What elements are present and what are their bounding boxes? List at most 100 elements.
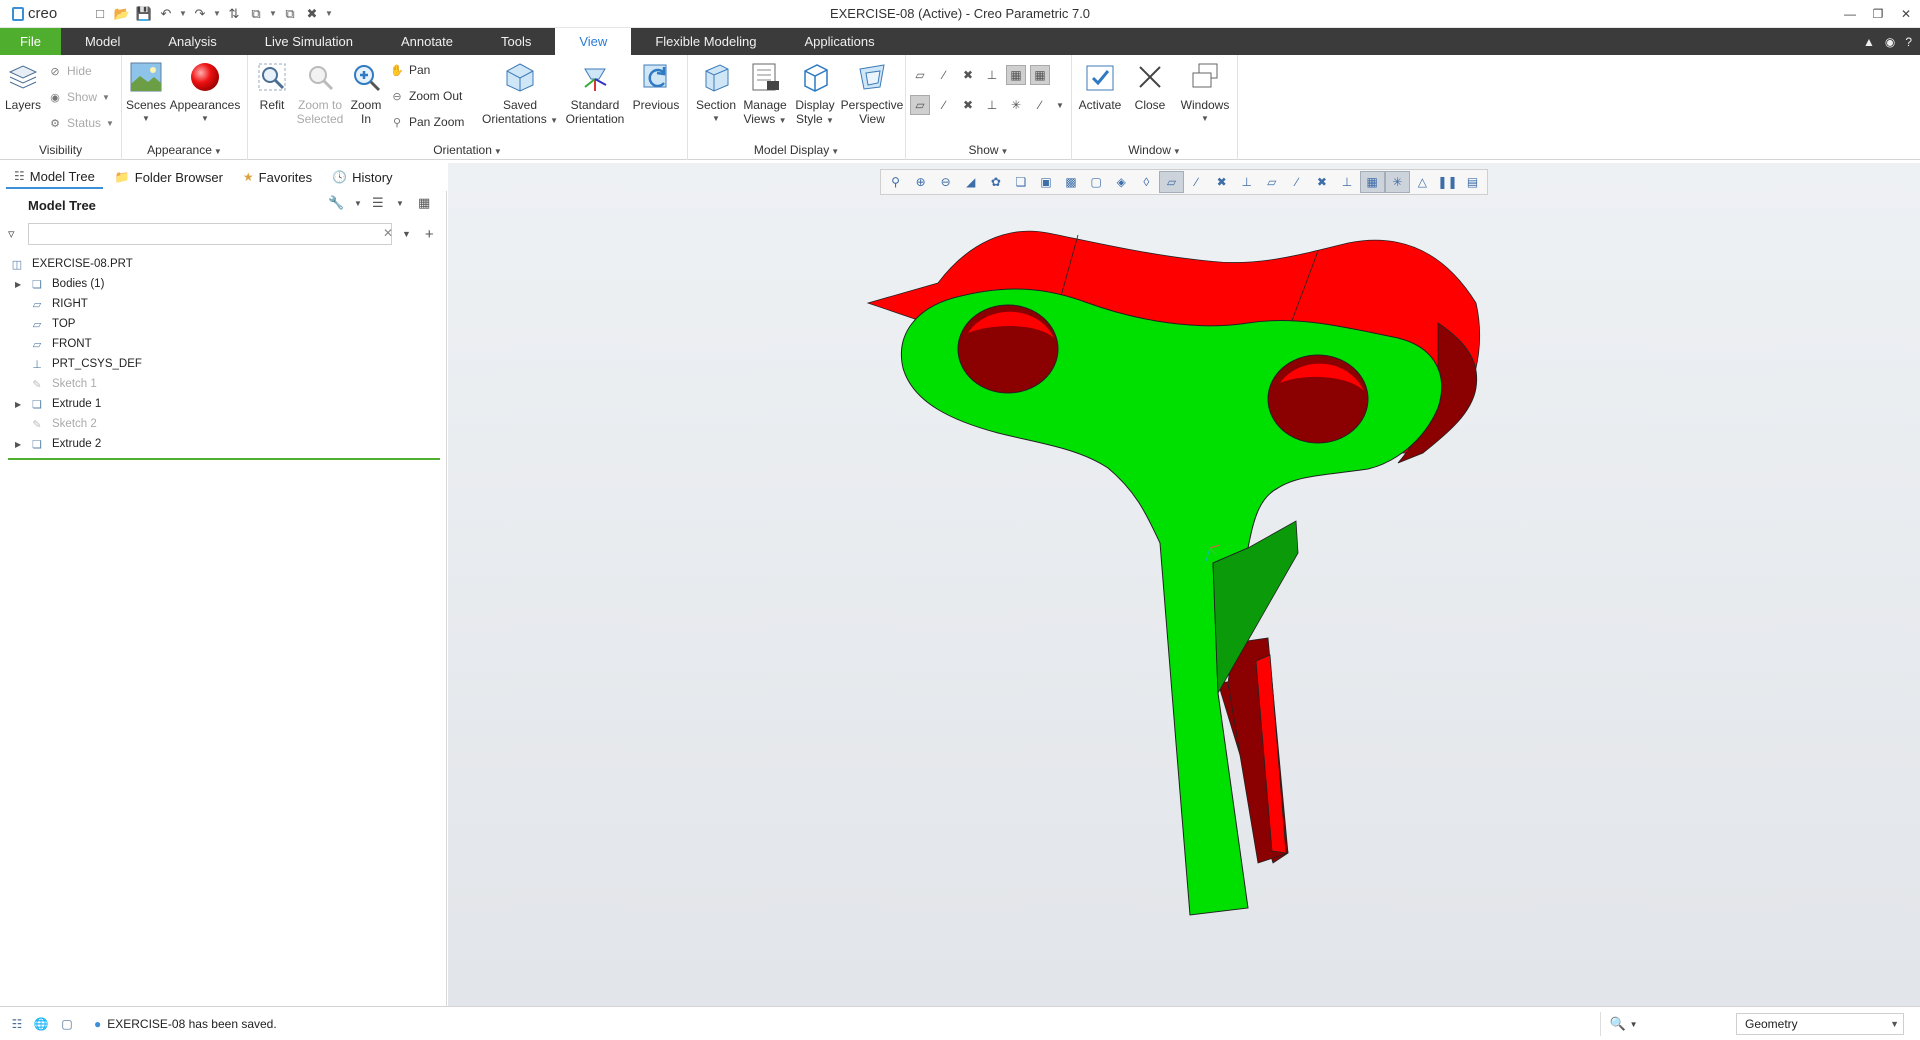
status-button[interactable]: ⚙ Status ▼ (48, 113, 114, 133)
expand-arrow-icon[interactable]: ▶ (15, 400, 21, 409)
tab-model-tree[interactable]: ☷ Model Tree (6, 166, 103, 189)
add-filter-icon[interactable]: + (425, 226, 434, 243)
windows-dropdown-icon[interactable]: ▼ (268, 9, 278, 18)
previous-button[interactable]: Previous (630, 60, 682, 112)
csys-display-icon[interactable]: ⊥ (982, 65, 1002, 85)
tree-row[interactable]: ⊥ PRT_CSYS_DEF (0, 354, 447, 374)
appearance-group-label[interactable]: Appearance ▼ (122, 143, 247, 157)
tree-row[interactable]: ◫ EXERCISE-08.PRT (0, 254, 447, 274)
tree-settings-icon[interactable]: 🔧 (328, 195, 344, 211)
show-more-dropdown-icon[interactable]: ▼ (1050, 95, 1070, 115)
csys-tag-icon[interactable]: ⊥ (982, 95, 1002, 115)
tree-columns-icon[interactable]: ☰ (372, 195, 384, 211)
pan-button[interactable]: ✋ Pan (390, 60, 430, 80)
open-folder-icon[interactable]: 📂 (112, 4, 132, 24)
scenes-button[interactable]: Scenes ▼ (126, 60, 166, 126)
zoom-to-selected-button[interactable]: Zoom to Selected (292, 60, 348, 126)
spin-center-icon[interactable]: ✳ (1006, 95, 1026, 115)
tab-tools[interactable]: Tools (477, 28, 555, 55)
pan-zoom-button[interactable]: ⚲ Pan Zoom (390, 112, 464, 132)
point-tag-display-icon[interactable]: ▦ (1030, 65, 1050, 85)
tab-flexible-modeling[interactable]: Flexible Modeling (631, 28, 780, 55)
zoom-in-button[interactable]: Zoom In (348, 60, 384, 126)
graphics-window[interactable]: ⚲ ⊕ ⊖ ◢ ✿ ❏ ▣ ▩ ▢ ◈ ◊ ▱ ∕ ✖ ⊥ ▱ ∕ ✖ ⊥ ▦ … (448, 163, 1920, 1006)
annotation-display-icon[interactable]: ▱ (910, 95, 930, 115)
tree-columns-dropdown-icon[interactable]: ▼ (396, 199, 404, 208)
show-button[interactable]: ◉ Show ▼ (48, 87, 110, 107)
save-icon[interactable]: 💾 (134, 4, 154, 24)
regenerate-icon[interactable]: ⇅ (224, 4, 244, 24)
find-button[interactable]: 🔍 ▼ (1600, 1012, 1646, 1036)
search-options-dropdown-icon[interactable]: ▼ (402, 229, 411, 239)
close-window-button[interactable]: Close (1128, 60, 1172, 112)
manage-views-button[interactable]: Manage Views ▼ (740, 60, 790, 128)
tab-live-simulation[interactable]: Live Simulation (241, 28, 377, 55)
plane-display-icon[interactable]: ▱ (910, 65, 930, 85)
window-group-label[interactable]: Window ▼ (1072, 143, 1237, 157)
datum-display-filter-icon[interactable]: ∕ (1030, 95, 1050, 115)
tree-filters-icon[interactable]: ▦ (418, 195, 430, 211)
point-display-icon[interactable]: ✖ (958, 65, 978, 85)
standard-orientation-button[interactable]: Standard Orientation (560, 60, 630, 126)
section-button[interactable]: Section ▼ (692, 60, 740, 126)
settings-icon[interactable]: ◉ (1885, 35, 1895, 49)
axis-display-icon[interactable]: ∕ (934, 65, 954, 85)
tab-file[interactable]: File (0, 28, 61, 55)
tab-favorites[interactable]: ★ Favorites (235, 167, 320, 188)
plane-tag-display-icon[interactable]: ▦ (1006, 65, 1026, 85)
restore-icon[interactable]: ❐ (1864, 0, 1892, 28)
toggle-navigator-icon[interactable]: ☷ (8, 1016, 26, 1032)
help-icon[interactable]: ? (1905, 35, 1912, 49)
cancel-icon[interactable]: ✖ (302, 4, 322, 24)
close-icon[interactable]: ✕ (1892, 0, 1920, 28)
perspective-view-button[interactable]: Perspective View (840, 60, 904, 126)
customize-qat-icon[interactable]: ▼ (324, 9, 334, 18)
redo-icon[interactable]: ↷ (190, 4, 210, 24)
windows-button[interactable]: Windows ▼ (1176, 60, 1234, 126)
tab-applications[interactable]: Applications (780, 28, 898, 55)
hide-button[interactable]: ⊘ Hide (48, 61, 91, 81)
close-window-icon[interactable]: ⧉ (280, 4, 300, 24)
point-symbol-icon[interactable]: ✖ (958, 95, 978, 115)
appearances-button[interactable]: Appearances ▼ (168, 60, 242, 126)
minimize-ribbon-icon[interactable]: ▲ (1863, 35, 1875, 49)
show-group-label[interactable]: Show ▼ (906, 143, 1071, 157)
model-tree-search-input[interactable] (28, 223, 392, 245)
tab-analysis[interactable]: Analysis (144, 28, 240, 55)
tree-row[interactable]: ▶ ❏ Extrude 2 (0, 434, 447, 454)
tree-row[interactable]: ▱ RIGHT (0, 294, 447, 314)
axis-tag-display-icon[interactable]: ∕ (934, 95, 954, 115)
layers-button[interactable]: Layers (4, 60, 42, 112)
tab-model[interactable]: Model (61, 28, 144, 55)
tab-history[interactable]: 🕓 History (324, 167, 400, 188)
tree-row[interactable]: ✎ Sketch 1 (0, 374, 447, 394)
redo-dropdown-icon[interactable]: ▼ (212, 9, 222, 18)
display-style-button[interactable]: Display Style ▼ (790, 60, 840, 128)
tree-settings-dropdown-icon[interactable]: ▼ (354, 199, 362, 208)
tree-row[interactable]: ▶ ❏ Extrude 1 (0, 394, 447, 414)
tree-row[interactable]: ▱ FRONT (0, 334, 447, 354)
tree-row[interactable]: ▶ ❏ Bodies (1) (0, 274, 447, 294)
new-file-icon[interactable]: □ (90, 4, 110, 24)
orientation-group-label[interactable]: Orientation ▼ (248, 143, 687, 157)
insert-here-indicator[interactable] (8, 458, 440, 460)
full-screen-icon[interactable]: ▢ (58, 1016, 76, 1032)
tree-row[interactable]: ✎ Sketch 2 (0, 414, 447, 434)
tab-view[interactable]: View (555, 28, 632, 55)
activate-button[interactable]: Activate (1072, 60, 1128, 112)
minimize-icon[interactable]: — (1836, 0, 1864, 28)
model-display-group-label[interactable]: Model Display ▼ (688, 143, 905, 157)
browser-icon[interactable]: 🌐 (32, 1016, 50, 1032)
undo-dropdown-icon[interactable]: ▼ (178, 9, 188, 18)
selection-filter-dropdown[interactable]: Geometry ▼ (1736, 1013, 1904, 1035)
expand-arrow-icon[interactable]: ▶ (15, 280, 21, 289)
clear-search-icon[interactable]: ✕ (383, 226, 393, 240)
key-part-model[interactable] (448, 163, 1920, 1006)
expand-arrow-icon[interactable]: ▶ (15, 440, 21, 449)
refit-button[interactable]: Refit (252, 60, 292, 112)
windows-icon[interactable]: ⧉ (246, 4, 266, 24)
saved-orientations-button[interactable]: Saved Orientations ▼ (480, 60, 560, 128)
undo-icon[interactable]: ↶ (156, 4, 176, 24)
tab-annotate[interactable]: Annotate (377, 28, 477, 55)
zoom-out-button[interactable]: ⊖ Zoom Out (390, 86, 462, 106)
